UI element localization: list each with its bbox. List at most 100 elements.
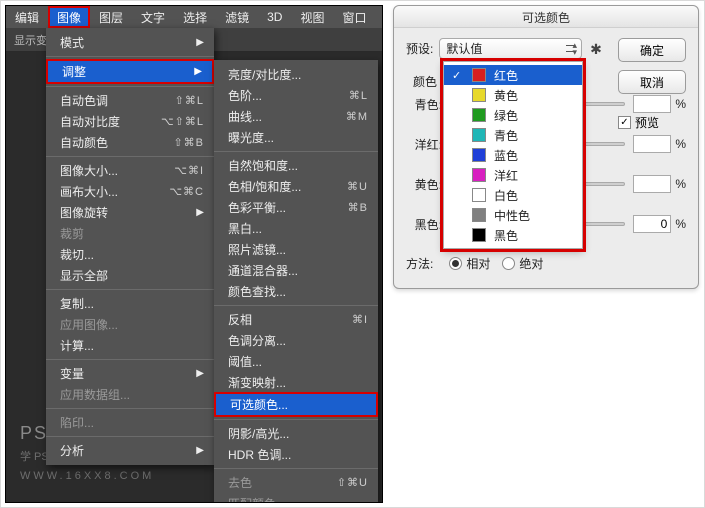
menu-item-label: 调整 [62, 63, 86, 80]
method-absolute[interactable]: 绝对 [502, 255, 543, 272]
percent-label: % [675, 137, 686, 151]
slider-label: 洋红: [406, 136, 442, 153]
method-relative[interactable]: 相对 [449, 255, 490, 272]
menubar-item-选择[interactable]: 选择 [174, 6, 216, 28]
adjust-menu-item[interactable]: 可选颜色... [216, 394, 376, 415]
adjust-menu-item[interactable]: 阴影/高光... [214, 423, 378, 444]
color-option-黄色[interactable]: 黄色 [444, 85, 582, 105]
image-menu-item[interactable]: 复制... [46, 293, 214, 314]
adjust-menu-item[interactable]: 颜色查找... [214, 281, 378, 302]
image-menu-item[interactable]: 画布大小...⌥⌘C [46, 181, 214, 202]
color-option-label: 中性色 [494, 207, 530, 224]
menu-item-label: 变量 [60, 365, 84, 382]
adjust-menu-item[interactable]: 通道混合器... [214, 260, 378, 281]
image-menu-item[interactable]: 裁切... [46, 244, 214, 265]
menu-item-label: 计算... [60, 337, 94, 354]
color-swatch [472, 228, 486, 242]
percent-label: % [675, 177, 686, 191]
image-menu-item[interactable]: 计算... [46, 335, 214, 356]
menu-shortcut: ⌘M [346, 110, 368, 123]
menu-item-label: 显示全部 [60, 267, 108, 284]
image-menu-item: 陷印... [46, 412, 214, 433]
image-menu-item[interactable]: 图像大小...⌥⌘I [46, 160, 214, 181]
watermark-line3: WWW.16XX8.COM [20, 468, 155, 485]
slider-label: 青色: [406, 96, 442, 113]
menu-item-label: 可选颜色... [230, 396, 288, 413]
menu-shortcut: ⇧⌘L [175, 94, 204, 107]
color-option-黑色[interactable]: 黑色 [444, 225, 582, 245]
menu-shortcut: ⌘I [352, 313, 368, 326]
adjust-menu-separator [214, 305, 378, 306]
color-swatch [472, 68, 486, 82]
menubar-item-图像[interactable]: 图像 [48, 6, 90, 28]
adjust-menu-item[interactable]: 自然饱和度... [214, 155, 378, 176]
menubar-item-滤镜[interactable]: 滤镜 [216, 6, 258, 28]
adjust-menu-item[interactable]: 阈值... [214, 351, 378, 372]
menu-item-label: 图像大小... [60, 162, 118, 179]
ok-button[interactable]: 确定 [618, 38, 686, 62]
menu-item-label: 黑白... [228, 220, 262, 237]
percent-label: % [675, 217, 686, 231]
slider-value-input[interactable]: 0 [633, 215, 671, 233]
color-option-洋红[interactable]: 洋红 [444, 165, 582, 185]
menu-item-label: 反相 [228, 311, 252, 328]
adjust-menu-item[interactable]: 色调分离... [214, 330, 378, 351]
adjust-menu-item[interactable]: HDR 色调... [214, 444, 378, 465]
adjust-menu-item[interactable]: 亮度/对比度... [214, 64, 378, 85]
slider-value-input[interactable] [633, 175, 671, 193]
menubar-item-文字[interactable]: 文字 [132, 6, 174, 28]
submenu-arrow-icon: ▶ [196, 37, 204, 48]
gear-icon[interactable]: ✱ [588, 41, 604, 57]
adjust-menu-item[interactable]: 色相/饱和度...⌘U [214, 176, 378, 197]
menu-item-label: 分析 [60, 442, 84, 459]
image-menu-item[interactable]: 自动颜色⇧⌘B [46, 132, 214, 153]
image-menu-item[interactable]: 自动对比度⌥⇧⌘L [46, 111, 214, 132]
color-option-label: 红色 [494, 67, 518, 84]
image-menu-separator [46, 56, 214, 57]
menu-item-label: 曲线... [228, 108, 262, 125]
menu-item-label: 色彩平衡... [228, 199, 286, 216]
color-option-绿色[interactable]: 绿色 [444, 105, 582, 125]
menubar-item-视图[interactable]: 视图 [291, 6, 333, 28]
image-menu-item[interactable]: 变量▶ [46, 363, 214, 384]
menu-item-label: 去色 [228, 474, 252, 491]
image-menu-item[interactable]: 调整▶ [48, 61, 212, 82]
color-option-红色[interactable]: ✓红色 [444, 65, 582, 85]
image-menu-item[interactable]: 自动色调⇧⌘L [46, 90, 214, 111]
colors-dropdown[interactable]: ✓红色黄色绿色青色蓝色洋红白色中性色黑色 [443, 61, 583, 249]
color-option-中性色[interactable]: 中性色 [444, 205, 582, 225]
preview-label: 预览 [635, 114, 659, 131]
color-option-label: 绿色 [494, 107, 518, 124]
adjust-menu-item[interactable]: 曝光度... [214, 127, 378, 148]
preset-select[interactable]: 默认值 ▴▾ [439, 38, 582, 59]
color-option-label: 黄色 [494, 87, 518, 104]
menubar-item-3D[interactable]: 3D [258, 6, 291, 28]
slider-label: 黑色: [406, 216, 442, 233]
menubar-item-窗口[interactable]: 窗口 [333, 6, 375, 28]
image-menu-item[interactable]: 分析▶ [46, 440, 214, 461]
menu-item-label: 陷印... [60, 414, 94, 431]
color-option-青色[interactable]: 青色 [444, 125, 582, 145]
image-menu[interactable]: 模式▶调整▶自动色调⇧⌘L自动对比度⌥⇧⌘L自动颜色⇧⌘B图像大小...⌥⌘I画… [46, 28, 214, 465]
adjust-menu-item[interactable]: 黑白... [214, 218, 378, 239]
menu-item-label: 阈值... [228, 353, 262, 370]
adjust-menu-item[interactable]: 色阶...⌘L [214, 85, 378, 106]
color-option-蓝色[interactable]: 蓝色 [444, 145, 582, 165]
preview-checkbox[interactable]: ✓ [618, 116, 631, 129]
menubar-item-编辑[interactable]: 编辑 [6, 6, 48, 28]
image-menu-item[interactable]: 显示全部 [46, 265, 214, 286]
adjust-menu-item[interactable]: 渐变映射... [214, 372, 378, 393]
adjust-menu-item[interactable]: 色彩平衡...⌘B [214, 197, 378, 218]
adjust-menu-item[interactable]: 曲线... ⌘M [214, 106, 378, 127]
adjust-menu-item[interactable]: 反相 ⌘I [214, 309, 378, 330]
adjustments-submenu[interactable]: 亮度/对比度...色阶...⌘L曲线...⌘M曝光度...自然饱和度...色相/… [214, 60, 378, 503]
image-menu-item[interactable]: 图像旋转▶ [46, 202, 214, 223]
image-menu-item[interactable]: 模式▶ [46, 32, 214, 53]
menu-item-label: 色相/饱和度... [228, 178, 301, 195]
cancel-button[interactable]: 取消 [618, 70, 686, 94]
adjust-menu-item[interactable]: 照片滤镜... [214, 239, 378, 260]
slider-value-input[interactable] [633, 135, 671, 153]
menubar-item-图层[interactable]: 图层 [90, 6, 132, 28]
color-option-白色[interactable]: 白色 [444, 185, 582, 205]
preview-checkbox-row[interactable]: ✓ 预览 [618, 114, 686, 131]
